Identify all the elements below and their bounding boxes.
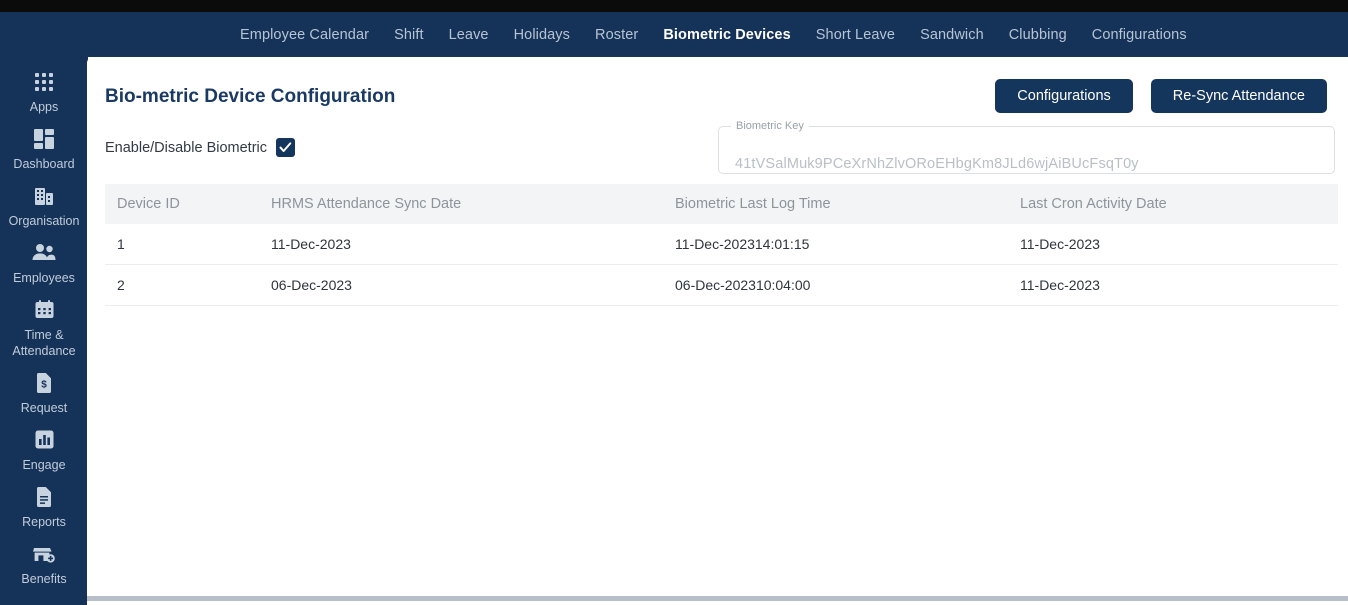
table-header-row: Device ID HRMS Attendance Sync Date Biom… — [105, 184, 1338, 224]
enable-biometric-checkbox[interactable] — [276, 138, 295, 157]
sidebar-item-label: Benefits — [21, 571, 67, 586]
column-header-last-log-time: Biometric Last Log Time — [675, 184, 1020, 224]
column-header-last-cron-date: Last Cron Activity Date — [1020, 184, 1338, 224]
cell-hrms-sync-date: 06-Dec-2023 — [271, 264, 675, 306]
cell-hrms-sync-date: 11-Dec-2023 — [271, 224, 675, 265]
grid-apps-icon — [2, 72, 86, 94]
cell-last-log-time: 06-Dec-202310:04:00 — [675, 264, 1020, 306]
resync-attendance-button[interactable]: Re-Sync Attendance — [1150, 79, 1327, 113]
store-plus-icon — [2, 544, 86, 566]
configurations-button[interactable]: Configurations — [995, 79, 1133, 113]
bar-chart-icon — [2, 430, 86, 452]
sidebar-item-apps[interactable]: Apps — [0, 65, 88, 122]
topnav-item-configurations[interactable]: Configurations — [1092, 27, 1187, 43]
table-body: 1 11-Dec-2023 11-Dec-202314:01:15 11-Dec-20… — [105, 224, 1338, 306]
enable-biometric-label: Enable/Disable Biometric — [105, 139, 267, 156]
cell-last-cron-date: 11-Dec-2023 — [1020, 264, 1338, 306]
main-content-panel: Bio-metric Device Configuration Configur… — [87, 57, 1348, 597]
enable-biometric-row: Enable/Disable Biometric — [105, 138, 295, 157]
topnav-item-holidays[interactable]: Holidays — [514, 27, 570, 43]
header-actions: Configurations Re-Sync Attendance — [995, 79, 1327, 113]
topnav-item-sandwich[interactable]: Sandwich — [920, 27, 984, 43]
biometric-key-legend: Biometric Key — [736, 120, 804, 132]
page-title: Bio-metric Device Configuration — [105, 86, 396, 107]
sidebar-item-reports[interactable]: Reports — [0, 480, 88, 537]
topnav-item-shift[interactable]: Shift — [394, 27, 424, 43]
cell-device-id: 1 — [105, 224, 271, 265]
sidebar-item-label: Reports — [22, 515, 66, 529]
checkmark-icon — [279, 142, 292, 152]
table-row[interactable]: 1 11-Dec-2023 11-Dec-202314:01:15 11-Dec-20… — [105, 224, 1338, 265]
sidebar-item-label: Request — [20, 401, 68, 416]
sidebar-item-engage[interactable]: Engage — [0, 423, 88, 480]
cell-last-cron-date: 11-Dec-2023 — [1020, 224, 1338, 265]
biometric-key-value[interactable]: 41tVSalMuk9PCeXrNhZlvORoEHbgKm8JLd6wjAiB… — [735, 156, 1139, 172]
sidebar-item-benefits[interactable]: Benefits — [0, 537, 88, 594]
top-nav-items: Employee Calendar Shift Leave Holidays Roste… — [240, 27, 1187, 43]
sidebar-item-label: Time & Attendance — [12, 327, 76, 359]
money-document-icon: $ — [2, 373, 86, 395]
sidebar-item-label: Apps — [29, 100, 59, 114]
document-lines-icon — [2, 487, 86, 509]
sidebar-item-label: Employees — [13, 270, 75, 285]
sidebar-item-label: Dashboard — [13, 156, 75, 171]
biometric-key-field[interactable]: Biometric Key 41tVSalMuk9PCeXrNhZlvORoEH… — [718, 120, 1335, 174]
column-header-device-id: Device ID — [105, 184, 271, 224]
sidebar-item-request[interactable]: $ Request — [0, 366, 88, 423]
sidebar-item-label: Engage — [22, 458, 66, 473]
sidebar-item-employees[interactable]: Employees — [0, 236, 88, 293]
devices-table: Device ID HRMS Attendance Sync Date Biom… — [105, 184, 1338, 306]
people-icon — [2, 243, 86, 265]
column-header-hrms-sync-date: HRMS Attendance Sync Date — [271, 184, 675, 224]
topnav-item-biometric-devices[interactable]: Biometric Devices — [663, 27, 790, 43]
topnav-item-roster[interactable]: Roster — [595, 27, 638, 43]
cell-last-log-time: 11-Dec-202314:01:15 — [675, 224, 1020, 265]
left-sidebar: Apps Dashboard Organisation Employees Time &… — [0, 57, 88, 605]
topnav-item-leave[interactable]: Leave — [449, 27, 489, 43]
top-black-strip — [0, 0, 1348, 12]
topnav-item-employee-calendar[interactable]: Employee Calendar — [240, 27, 369, 43]
cell-device-id: 2 — [105, 264, 271, 306]
dashboard-tiles-icon — [2, 128, 86, 151]
building-icon — [2, 186, 86, 208]
sidebar-item-organisation[interactable]: Organisation — [0, 179, 88, 236]
sidebar-item-time-attendance[interactable]: Time & Attendance — [0, 293, 88, 367]
calendar-icon — [2, 299, 86, 322]
page-header: Bio-metric Device Configuration Configur… — [105, 79, 1338, 119]
topnav-item-clubbing[interactable]: Clubbing — [1009, 27, 1067, 43]
table-row[interactable]: 2 06-Dec-2023 06-Dec-202310:04:00 11-Dec-20… — [105, 264, 1338, 306]
sidebar-item-label: Organisation — [8, 213, 80, 228]
svg-text:$: $ — [41, 380, 47, 391]
bottom-filler — [87, 601, 1348, 605]
sidebar-item-dashboard[interactable]: Dashboard — [0, 122, 88, 179]
top-navigation-bar: Employee Calendar Shift Leave Holidays Roste… — [0, 12, 1348, 57]
topnav-item-short-leave[interactable]: Short Leave — [816, 27, 895, 43]
